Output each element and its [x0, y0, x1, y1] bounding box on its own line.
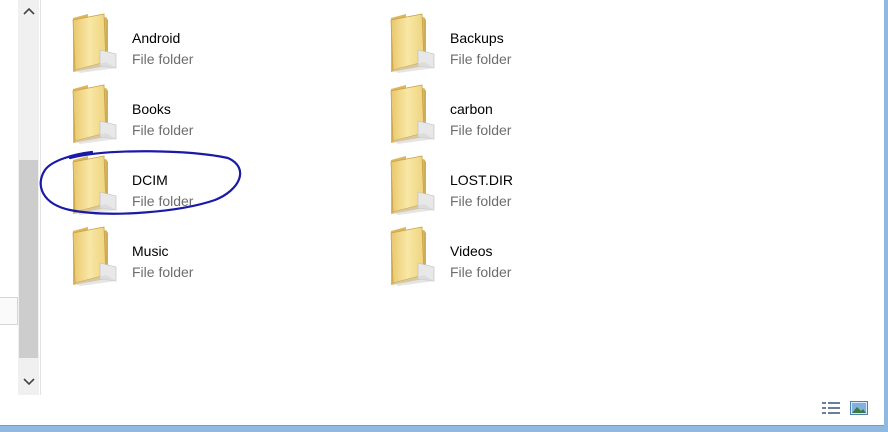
folder-type: File folder [450, 193, 512, 209]
folder-icon [70, 152, 124, 216]
folder-icon [388, 152, 442, 216]
folder-name: carbon [450, 101, 493, 117]
folder-name: Videos [450, 243, 493, 259]
file-list: Android File folder Backups File folder Bo… [40, 0, 888, 395]
folder-type: File folder [132, 193, 194, 209]
folder-icon [388, 10, 442, 74]
folder-type: File folder [450, 122, 512, 138]
folder-type: File folder [132, 51, 194, 67]
folder-item-books[interactable]: Books File folder [70, 81, 330, 145]
folder-item-backups[interactable]: Backups File folder [388, 10, 648, 74]
folder-icon [70, 223, 124, 287]
folder-name: LOST.DIR [450, 172, 514, 188]
large-icons-view-button[interactable] [848, 399, 870, 417]
folder-item-dcim[interactable]: DCIM File folder [70, 152, 330, 216]
navigation-pane-item[interactable] [0, 297, 18, 325]
folder-name: Music [132, 243, 169, 259]
window-frame-right [884, 0, 888, 431]
chevron-up-icon [22, 7, 35, 15]
folder-icon [388, 223, 442, 287]
folder-name: Books [132, 101, 171, 117]
status-bar [0, 395, 888, 425]
large-icons-view-icon [850, 401, 868, 415]
navigation-pane [0, 0, 41, 395]
scrollbar-thumb[interactable] [19, 160, 38, 358]
folder-item-videos[interactable]: Videos File folder [388, 223, 648, 287]
folder-icon [388, 81, 442, 145]
folder-name: DCIM [132, 172, 168, 188]
details-view-icon [822, 402, 840, 414]
folder-name: Backups [450, 30, 504, 46]
folder-type: File folder [132, 122, 194, 138]
folder-icon [70, 10, 124, 74]
folder-icon [70, 81, 124, 145]
folder-item-lost-dir[interactable]: LOST.DIR File folder [388, 152, 648, 216]
scroll-up-button[interactable] [18, 0, 39, 22]
folder-item-android[interactable]: Android File folder [70, 10, 330, 74]
scroll-down-button[interactable] [18, 371, 39, 393]
folder-item-music[interactable]: Music File folder [70, 223, 330, 287]
vertical-scrollbar[interactable] [18, 0, 39, 395]
folder-type: File folder [450, 51, 512, 67]
details-view-button[interactable] [820, 399, 842, 417]
chevron-down-icon [22, 378, 35, 386]
folder-name: Android [132, 30, 181, 46]
folder-type: File folder [132, 264, 194, 280]
folder-type: File folder [450, 264, 512, 280]
folder-item-carbon[interactable]: carbon File folder [388, 81, 648, 145]
